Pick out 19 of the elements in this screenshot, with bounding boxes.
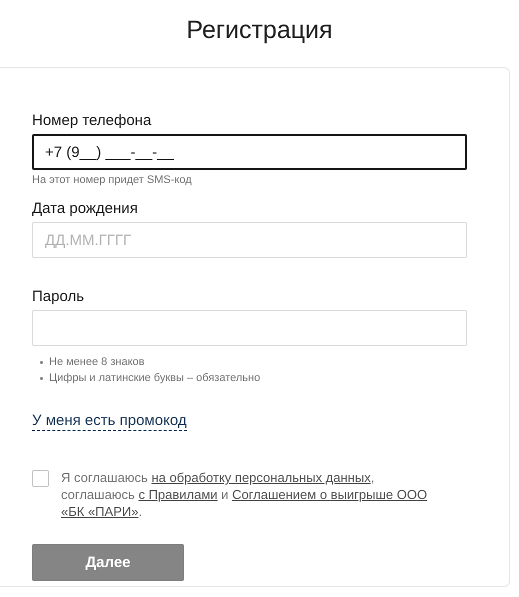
link[interactable]: на обработку персональных данных xyxy=(151,470,371,485)
bullet-icon xyxy=(40,360,43,364)
input-field[interactable]: ДД.ММ.ГГГГ xyxy=(32,222,467,258)
field-label: Дата рождения xyxy=(32,200,138,217)
link[interactable]: «БК «ПАРИ» xyxy=(61,504,138,519)
page-title: Регистрация xyxy=(186,16,333,45)
checkbox[interactable] xyxy=(32,470,49,487)
input-field[interactable] xyxy=(32,310,467,346)
rule-text: Не менее 8 знаков xyxy=(49,355,144,370)
hint-text: На этот номер придет SMS-код xyxy=(32,174,192,186)
input-field[interactable]: +7 (9__) ___-__-__ xyxy=(32,134,467,170)
promo-link[interactable]: У меня есть промокод xyxy=(32,412,187,431)
link[interactable]: с Правилами xyxy=(138,487,218,502)
bullet-icon xyxy=(40,376,43,380)
consent-text: Я соглашаюсь на обработку персональных данных, соглашаюсь с Правилами и Соглашением о выигрыше ООО «БК «ПАРИ». xyxy=(61,469,428,520)
link[interactable]: Соглашением о выигрыше ООО xyxy=(232,487,428,502)
field-label: Номер телефона xyxy=(32,112,152,129)
rule-text: Цифры и латинские буквы – обязательно xyxy=(49,371,260,386)
field-label: Пароль xyxy=(32,288,84,305)
